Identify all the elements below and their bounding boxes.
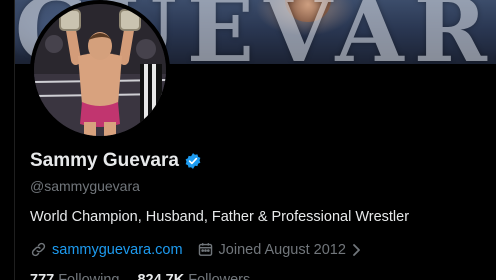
display-name: Sammy Guevara: [30, 150, 179, 171]
website-item[interactable]: sammyguevara.com: [30, 241, 183, 258]
followers-stat[interactable]: 824.7K Followers: [137, 272, 250, 280]
handle: @sammyguevara: [30, 178, 140, 194]
profile-header: GUEVARA: [0, 0, 496, 280]
avatar[interactable]: [30, 0, 170, 140]
chevron-right-icon[interactable]: [350, 243, 362, 257]
verified-badge-icon[interactable]: [184, 152, 202, 170]
column-border: [0, 0, 15, 280]
name-row: Sammy Guevara: [30, 150, 202, 172]
joined-date: Joined August 2012: [218, 241, 346, 258]
joined-item: Joined August 2012: [197, 241, 362, 258]
follow-stats: 777 Following 824.7K Followers: [30, 272, 268, 280]
followers-count: 824.7K: [137, 272, 185, 280]
profile-meta: sammyguevara.com Joined August 2012: [30, 241, 362, 258]
avatar-photo: [34, 4, 166, 136]
link-icon: [30, 241, 47, 258]
website-link[interactable]: sammyguevara.com: [52, 242, 183, 258]
following-stat[interactable]: 777 Following: [30, 272, 119, 280]
followers-label: Followers: [188, 272, 251, 280]
calendar-icon: [197, 241, 214, 258]
bio: World Champion, Husband, Father & Profes…: [30, 209, 410, 225]
following-count: 777: [30, 272, 55, 280]
following-label: Following: [58, 272, 120, 280]
